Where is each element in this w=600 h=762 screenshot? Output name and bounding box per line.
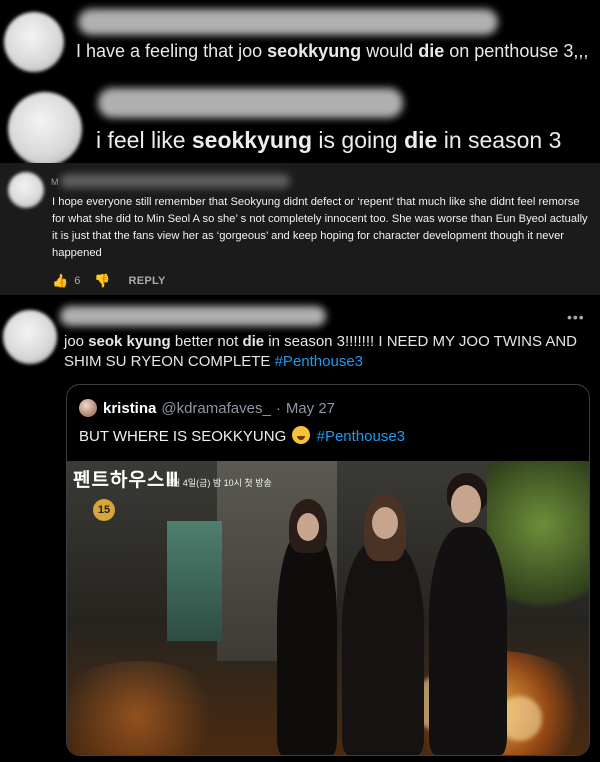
age-rating-badge: 15 [93, 499, 115, 521]
username-obscured[interactable] [78, 9, 498, 35]
hashtag-link[interactable]: #Penthouse3 [275, 353, 363, 370]
more-options-icon[interactable]: ••• [567, 309, 585, 325]
avatar[interactable] [8, 172, 44, 208]
poster-subtitle: 6월 4일(금) 밤 10시 첫 방송 [167, 478, 272, 488]
person-figure [277, 531, 337, 755]
poster-image[interactable]: 펜트하우스Ⅲ 6월 4일(금) 밤 10시 첫 방송 15 [67, 461, 589, 755]
comment-actions: 👍 6 👎 REPLY [52, 273, 166, 289]
person-figure [297, 513, 319, 541]
comment-text: i feel like seokkyung is going die in se… [96, 127, 562, 153]
person-figure [372, 507, 398, 539]
tweet-text: joo seok kyung better not die in season … [64, 333, 577, 370]
reply-button[interactable]: REPLY [129, 275, 166, 287]
handle[interactable]: @kdramafaves_ [161, 400, 270, 417]
avatar[interactable] [8, 92, 82, 166]
display-name[interactable]: kristina [103, 400, 156, 417]
hashtag-link[interactable]: #Penthouse3 [317, 428, 405, 445]
quoted-tweet[interactable]: kristina @kdramafaves_ · May 27 BUT WHER… [66, 384, 590, 756]
separator: · [275, 399, 281, 417]
thumbs-down-icon[interactable]: 👎 [94, 273, 110, 289]
comment-text: I have a feeling that joo seokkyung woul… [76, 41, 589, 61]
username-initial: M [51, 177, 59, 187]
username-obscured[interactable] [60, 174, 290, 188]
username-obscured[interactable] [98, 88, 403, 118]
person-figure [342, 541, 424, 755]
person-figure [429, 527, 507, 755]
person-figure [451, 485, 481, 523]
poster-title: 펜트하우스Ⅲ [73, 470, 180, 491]
poster-background [167, 521, 222, 641]
avatar[interactable] [4, 12, 64, 72]
quoted-tweet-text: BUT WHERE IS SEOKKYUNG #Penthouse3 [79, 426, 406, 445]
thumbs-up-icon[interactable]: 👍 [52, 273, 68, 289]
quoted-tweet-header: kristina @kdramafaves_ · May 27 [79, 399, 335, 417]
username-obscured[interactable] [60, 306, 326, 326]
avatar[interactable] [79, 399, 97, 417]
like-count: 6 [74, 275, 81, 287]
tweet-date[interactable]: May 27 [286, 400, 335, 417]
crying-face-icon [292, 426, 311, 444]
avatar[interactable] [3, 310, 57, 364]
comment-text: I hope everyone still remember that Seok… [52, 196, 588, 259]
